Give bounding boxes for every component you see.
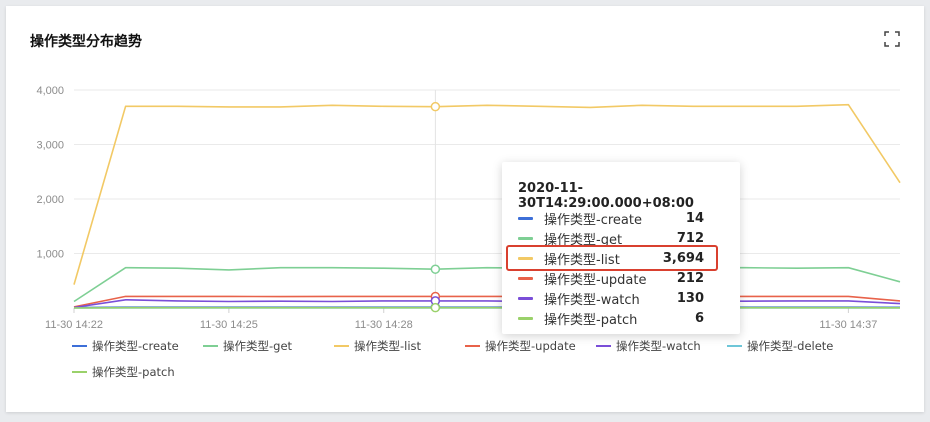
y-tick-label: 3,000 xyxy=(36,140,64,152)
legend-label: 操作类型-list xyxy=(354,339,422,353)
legend-label: 操作类型-update xyxy=(485,339,576,353)
legend-swatch xyxy=(72,345,87,347)
legend-item-create[interactable]: 操作类型-create xyxy=(72,338,203,354)
legend-label: 操作类型-watch xyxy=(616,339,701,353)
series-line-list xyxy=(73,103,901,285)
chart-legend: 操作类型-create 操作类型-get 操作类型-list 操作类型-update 操… xyxy=(72,338,902,382)
legend-label: 操作类型-get xyxy=(223,339,293,353)
legend-label: 操作类型-create xyxy=(92,339,179,353)
legend-item-watch[interactable]: 操作类型-watch xyxy=(596,338,727,354)
legend-swatch xyxy=(465,345,480,347)
tooltip-row-create: 操作类型-create 14 xyxy=(518,209,704,228)
tooltip-swatch xyxy=(518,296,533,300)
x-tick-label: 11-30 14:37 xyxy=(819,319,877,331)
tooltip-series-value: 14 xyxy=(685,210,704,226)
legend-item-delete[interactable]: 操作类型-delete xyxy=(727,338,858,354)
hover-marker-list xyxy=(430,101,441,112)
series-line-watch xyxy=(73,298,901,309)
tooltip-series-name: 操作类型-watch xyxy=(544,292,640,308)
tooltip-swatch xyxy=(518,216,533,220)
legend-item-patch[interactable]: 操作类型-patch xyxy=(72,364,203,380)
legend-swatch xyxy=(334,345,349,347)
tooltip-series-name: 操作类型-list xyxy=(544,252,620,268)
tooltip-series-value: 130 xyxy=(676,290,704,306)
tooltip-series-value: 3,694 xyxy=(662,250,704,266)
tooltip-row-update: 操作类型-update 212 xyxy=(518,269,704,288)
tooltip-series-value: 712 xyxy=(676,230,704,246)
tooltip-swatch xyxy=(518,316,533,320)
y-tick-label: 4,000 xyxy=(36,85,64,97)
legend-label: 操作类型-patch xyxy=(92,365,175,379)
tooltip-series-name: 操作类型-patch xyxy=(544,312,638,328)
tooltip-row-list: 操作类型-list 3,694 xyxy=(518,249,704,268)
legend-item-get[interactable]: 操作类型-get xyxy=(203,338,334,354)
tooltip-series-value: 212 xyxy=(676,270,704,286)
legend-swatch xyxy=(596,345,611,347)
tooltip-row-patch: 操作类型-patch 6 xyxy=(518,309,704,328)
tooltip-swatch xyxy=(518,236,533,240)
tooltip-row-watch: 操作类型-watch 130 xyxy=(518,289,704,308)
legend-label: 操作类型-delete xyxy=(747,339,834,353)
chart-tooltip: 2020-11-30T14:29:00.000+08:00 操作类型-creat… xyxy=(502,162,740,334)
legend-swatch xyxy=(727,345,742,347)
legend-item-update[interactable]: 操作类型-update xyxy=(465,338,596,354)
x-tick-label: 11-30 14:22 xyxy=(45,319,103,331)
tooltip-series-name: 操作类型-create xyxy=(544,212,642,228)
tooltip-swatch xyxy=(518,276,533,280)
hover-marker-get xyxy=(430,264,441,274)
legend-swatch xyxy=(203,345,218,347)
y-tick-label: 1,000 xyxy=(36,249,64,261)
x-tick-label: 11-30 14:25 xyxy=(200,319,258,331)
legend-swatch xyxy=(72,371,87,373)
tooltip-title: 2020-11-30T14:29:00.000+08:00 xyxy=(518,181,694,211)
tooltip-swatch xyxy=(518,256,533,260)
tooltip-series-value: 6 xyxy=(694,310,704,326)
y-tick-label: 2,000 xyxy=(36,194,64,206)
tooltip-series-name: 操作类型-update xyxy=(544,272,647,288)
x-tick-label: 11-30 14:28 xyxy=(355,319,413,331)
legend-item-list[interactable]: 操作类型-list xyxy=(334,338,465,354)
hover-marker-patch xyxy=(430,302,441,313)
